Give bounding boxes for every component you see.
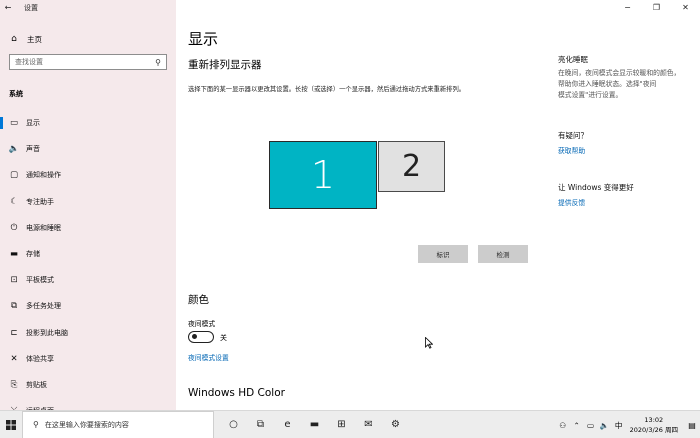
help-heading: 有疑问？ (558, 131, 588, 140)
night-light-toggle[interactable] (188, 331, 214, 343)
sidebar-item-label: 电源和睡眠 (26, 223, 61, 232)
get-help-link[interactable]: 获取帮助 (558, 145, 585, 155)
storage-icon: ▬ (9, 249, 19, 260)
night-light-label: 夜间模式 (188, 320, 216, 328)
sidebar-item[interactable]: ▢ 通知和操作 (0, 162, 176, 188)
sidebar-item[interactable]: ⎘ 剪贴板 (0, 372, 176, 398)
sidebar-item-label: 多任务处理 (26, 302, 61, 311)
ime-indicator[interactable]: 中 (612, 420, 626, 431)
night-light-state: 关 (220, 334, 227, 342)
detect-button[interactable]: 检测 (478, 245, 528, 263)
search-placeholder: 查找设置 (15, 58, 43, 66)
monitor-2-tile[interactable]: 2 (378, 141, 445, 192)
sidebar-item-label: 体验共享 (26, 354, 54, 363)
edge-icon[interactable]: e (274, 411, 301, 438)
sidebar-item-label: 投影到此电脑 (26, 328, 68, 337)
sidebar-item-label: 声音 (26, 145, 40, 154)
sidebar-item[interactable]: ⏻ 电源和睡眠 (0, 215, 176, 241)
sidebar-item-label: 剪贴板 (26, 380, 47, 389)
sidebar-item-label: 专注助手 (26, 197, 54, 206)
arrange-description: 选择下面的某一显示器以更改其设置。长按（或选择）一个显示器，然后通过拖动方式来重… (188, 86, 466, 93)
sleep-text-2: 帮助你进入睡眠状态。选择"夜间 (558, 80, 657, 88)
hd-color-heading: Windows HD Color (188, 387, 285, 399)
sleep-text-3: 模式设置"进行设置。 (558, 91, 623, 99)
main-content: − ❐ ✕ 显示 重新排列显示器 选择下面的某一显示器以更改其设置。长按（或选择… (176, 0, 700, 410)
minimize-button[interactable]: − (613, 0, 642, 15)
maximize-button[interactable]: ❐ (642, 0, 671, 15)
taskbar: ⚲ 在这里输入你要搜索的内容 ○ ⧉ e ▬ ⊞ ✉ ⚙ ⚇ ⌃ ▭ 🔈 中 13:02 2… (0, 410, 700, 438)
identify-button[interactable]: 标识 (418, 245, 468, 263)
taskbar-pinned-apps: ○ ⧉ e ▬ ⊞ ✉ ⚙ (220, 411, 409, 438)
search-icon: ⚲ (33, 420, 39, 429)
action-center-icon[interactable]: ▤ (684, 421, 700, 430)
settings-icon[interactable]: ⚙ (382, 411, 409, 438)
clipboard-icon: ⎘ (10, 379, 18, 390)
clock[interactable]: 13:02 2020/3/26 周四 (630, 415, 678, 435)
color-heading: 颜色 (188, 294, 209, 306)
close-button[interactable]: ✕ (671, 0, 700, 15)
sidebar-item[interactable]: 🔈 声音 (0, 136, 176, 162)
system-tray: ⚇ ⌃ ▭ 🔈 中 13:02 2020/3/26 周四 ▤ (556, 411, 700, 438)
sidebar-nav: ▭ 显示 🔈 声音 ▢ 通知和操作 ☾ 专注助手 ⏻ 电源和睡眠 ▬ 存储 ⊡ 平板模式 ⧉ 多任务处理 ⊏ 投影… (0, 110, 176, 424)
share-icon: ✕ (10, 353, 18, 364)
cortana-icon[interactable]: ○ (220, 411, 247, 438)
file-explorer-icon[interactable]: ▬ (301, 411, 328, 438)
task-view-icon[interactable]: ⧉ (247, 411, 274, 438)
tablet-icon: ⊡ (10, 275, 18, 286)
mail-icon[interactable]: ✉ (355, 411, 382, 438)
sidebar-item[interactable]: ▭ 显示 (0, 110, 176, 136)
people-icon[interactable]: ⚇ (556, 421, 570, 430)
home-icon: ⌂ (11, 34, 17, 44)
sidebar-item[interactable]: ⊡ 平板模式 (0, 267, 176, 293)
section-heading: 系统 (9, 90, 23, 98)
taskbar-search-placeholder: 在这里输入你要搜索的内容 (44, 420, 129, 429)
app-title: 设置 (24, 3, 38, 12)
sleep-heading: 亮化睡眠 (558, 55, 588, 64)
speaker-icon: 🔈 (8, 144, 20, 155)
multitask-icon: ⧉ (10, 301, 18, 312)
project-icon: ⊏ (10, 327, 18, 338)
title-bar: ← 设置 (0, 0, 176, 15)
store-icon[interactable]: ⊞ (328, 411, 355, 438)
arrange-heading: 重新排列显示器 (188, 59, 262, 71)
clock-date: 2020/3/26 周四 (629, 426, 678, 434)
window-controls: − ❐ ✕ (613, 0, 700, 15)
monitor-icon: ▭ (9, 118, 19, 129)
moon-icon: ☾ (10, 196, 18, 207)
network-icon[interactable]: ▭ (584, 421, 598, 430)
toggle-knob (192, 334, 197, 340)
give-feedback-link[interactable]: 提供反馈 (558, 197, 585, 207)
clock-time: 13:02 (644, 416, 664, 424)
back-arrow-icon[interactable]: ← (0, 3, 16, 12)
start-button[interactable] (0, 411, 22, 438)
sleep-text-1: 在晚间，夜间模式会显示较暖和的颜色， (558, 69, 681, 77)
sidebar-item-label: 通知和操作 (26, 171, 61, 180)
volume-icon[interactable]: 🔈 (598, 421, 612, 430)
sidebar: ← 设置 ⌂ 主页 查找设置 ⚲ 系统 ▭ 显示 🔈 声音 ▢ 通知和操作 ☾ 专注助手 ⏻ 电源… (0, 0, 176, 416)
chevron-up-icon[interactable]: ⌃ (570, 421, 584, 430)
sidebar-item-label: 显示 (26, 119, 40, 128)
improve-heading: 让 Windows 变得更好 (558, 183, 634, 192)
monitor-1-tile[interactable]: 1 (269, 141, 377, 209)
power-icon: ⏻ (10, 222, 18, 233)
night-light-settings-link[interactable]: 夜间模式设置 (188, 352, 229, 362)
sidebar-item[interactable]: ☾ 专注助手 (0, 189, 176, 215)
sidebar-item-home[interactable]: ⌂ 主页 (0, 29, 176, 49)
sidebar-item[interactable]: ✕ 体验共享 (0, 346, 176, 372)
notification-icon: ▢ (9, 170, 19, 181)
taskbar-search-box[interactable]: ⚲ 在这里输入你要搜索的内容 (22, 410, 214, 438)
home-label: 主页 (27, 34, 42, 44)
sidebar-item[interactable]: ▬ 存储 (0, 241, 176, 267)
sidebar-item-label: 存储 (26, 250, 40, 259)
settings-search-input[interactable]: 查找设置 ⚲ (9, 54, 167, 70)
windows-logo-icon (6, 419, 16, 430)
page-title: 显示 (188, 30, 219, 48)
sidebar-item[interactable]: ⧉ 多任务处理 (0, 293, 176, 319)
sidebar-item[interactable]: ⊏ 投影到此电脑 (0, 320, 176, 346)
search-icon[interactable]: ⚲ (155, 58, 161, 67)
sidebar-item-label: 平板模式 (26, 276, 54, 285)
